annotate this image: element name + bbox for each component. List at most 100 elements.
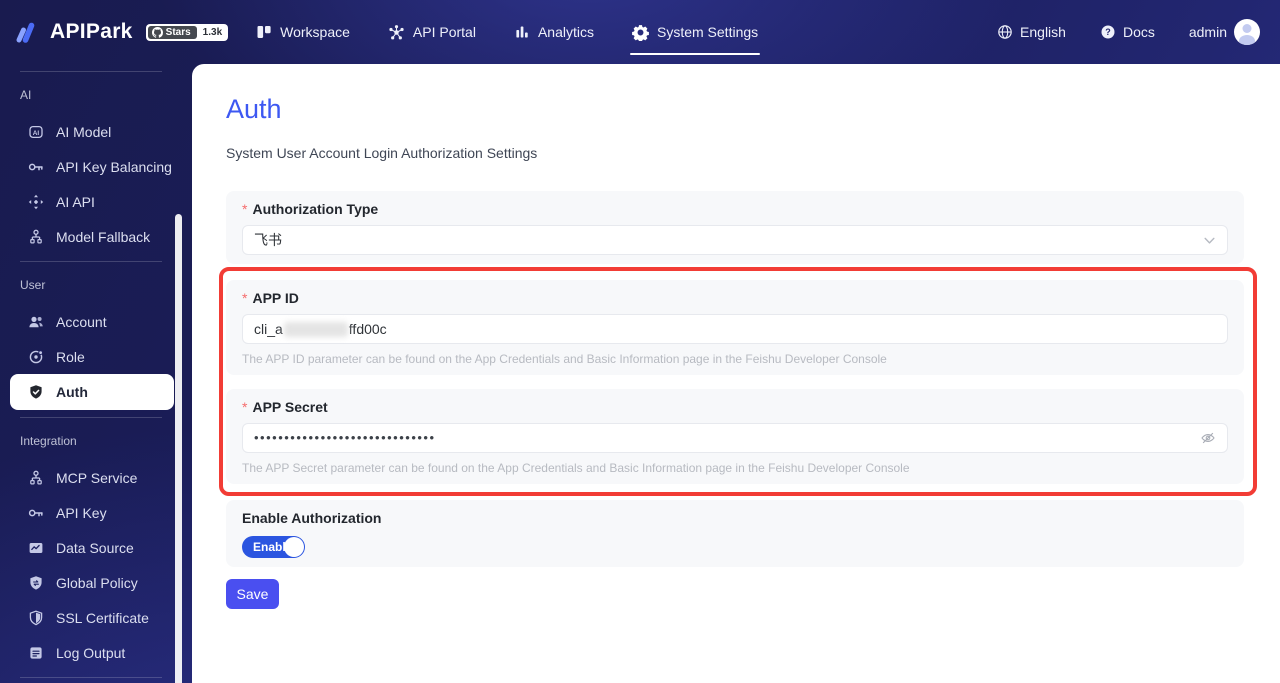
sidebar-item-model-fallback[interactable]: Model Fallback [0, 219, 192, 254]
username-label: admin [1188, 24, 1227, 40]
sidebar-item-account[interactable]: Account [0, 304, 192, 339]
enable-authorization-panel: Enable Authorization Enable [226, 500, 1244, 567]
enable-authorization-toggle[interactable]: Enable [242, 536, 305, 558]
required-asterisk: * [242, 201, 248, 217]
gear-icon [632, 24, 649, 41]
api-portal-icon [389, 24, 404, 39]
sidebar-item-ssl-certificate[interactable]: SSL Certificate [0, 600, 192, 635]
key-icon [28, 163, 43, 170]
sidebar-item-label: API Key Balancing [56, 158, 172, 175]
workspace-icon [257, 26, 271, 38]
role-icon [29, 349, 44, 363]
main-menu: Workspace API Portal Analytics System Se… [254, 0, 794, 64]
page-subtitle: System User Account Login Authorization … [226, 145, 538, 161]
github-stars-badge[interactable]: Stars 1.3k [145, 23, 229, 41]
sidebar-item-ai-api[interactable]: AI API [0, 184, 192, 219]
authorization-type-panel: * Authorization Type 飞书 [226, 191, 1244, 264]
tab-label: System Settings [656, 24, 759, 40]
app-id-helper-text: The APP ID parameter can be found on the… [242, 352, 887, 366]
sidebar-item-label: MCP Service [56, 469, 138, 486]
brand-name: APIPark [50, 20, 133, 43]
save-button[interactable]: Save [226, 579, 279, 609]
sidebar-section-user: User Account Role Auth [0, 278, 192, 418]
sidebar-section-integration: Integration MCP Service API Key Data Sou… [0, 434, 192, 678]
divider [20, 417, 162, 418]
sidebar-item-label: Log Output [56, 644, 126, 661]
active-tab-underline [629, 53, 761, 55]
enable-authorization-label: Enable Authorization [242, 510, 382, 526]
sidebar-scrollbar[interactable] [175, 214, 182, 683]
ai-model-icon: AI [29, 125, 43, 138]
sidebar-item-role[interactable]: Role [0, 339, 192, 374]
chevron-down-icon [1204, 237, 1215, 244]
tab-workspace[interactable]: Workspace [254, 0, 352, 64]
svg-text:AI: AI [33, 129, 40, 136]
app-id-value-suffix: ffd00c [348, 321, 387, 337]
sidebar-item-api-key-balancing[interactable]: API Key Balancing [0, 149, 192, 184]
app-secret-helper-text: The APP Secret parameter can be found on… [242, 461, 910, 475]
app-secret-masked-value: •••••••••••••••••••••••••••••• [254, 429, 436, 445]
users-icon [29, 316, 43, 327]
tab-label: API Portal [412, 24, 476, 40]
language-label: English [1020, 24, 1066, 40]
section-label-ai: AI [20, 88, 32, 102]
app-id-value-prefix: cli_a [254, 321, 283, 337]
github-stars-label: Stars [165, 26, 191, 38]
app-secret-label: * APP Secret [242, 399, 328, 415]
sidebar-section-ai: AI AI AI Model API Key Balancing AI API … [0, 88, 192, 262]
shield-check-icon [30, 385, 42, 399]
top-right-group: English ? Docs admin [997, 19, 1260, 45]
redacted-blur [283, 321, 348, 337]
tab-system-settings[interactable]: System Settings [629, 0, 761, 64]
authorization-type-value: 飞书 [254, 232, 282, 248]
app-id-label: * APP ID [242, 290, 299, 306]
docs-link[interactable]: ? Docs [1100, 24, 1155, 40]
sidebar: AI AI AI Model API Key Balancing AI API … [0, 64, 192, 683]
key-icon [28, 509, 43, 516]
service-tree-icon [30, 470, 42, 485]
app-secret-input[interactable]: •••••••••••••••••••••••••••••• [242, 423, 1228, 453]
sidebar-item-label: Data Source [56, 539, 134, 556]
top-nav: APIPark Stars 1.3k Workspace API Portal … [0, 0, 1280, 64]
sidebar-item-api-key[interactable]: API Key [0, 495, 192, 530]
brand-logo[interactable]: APIPark Stars 1.3k [14, 19, 229, 46]
avatar[interactable] [1234, 19, 1260, 45]
sidebar-item-ai-model[interactable]: AI AI Model [0, 114, 192, 149]
sidebar-item-auth[interactable]: Auth [10, 374, 174, 410]
sidebar-item-global-policy[interactable]: Global Policy [0, 565, 192, 600]
eye-off-icon[interactable] [1200, 430, 1216, 446]
authorization-type-select[interactable]: 飞书 [242, 225, 1228, 255]
authorization-type-label: * Authorization Type [242, 201, 379, 217]
sidebar-item-label: AI Model [56, 123, 112, 140]
sidebar-item-log-output[interactable]: Log Output [0, 635, 192, 670]
docs-label: Docs [1122, 24, 1155, 40]
sidebar-item-label: Auth [56, 384, 88, 400]
sidebar-item-label: Global Policy [56, 574, 138, 591]
sidebar-item-label: Role [56, 348, 85, 365]
divider [20, 677, 162, 678]
tab-label: Analytics [537, 24, 594, 40]
help-icon: ? [1101, 25, 1115, 39]
tab-analytics[interactable]: Analytics [512, 0, 596, 64]
section-label-user: User [20, 278, 46, 292]
sidebar-item-label: Account [56, 313, 107, 330]
ssl-shield-icon [29, 610, 43, 625]
app-id-input[interactable]: cli_a ffd00c [242, 314, 1228, 344]
divider [20, 71, 162, 72]
user-menu[interactable]: admin [1189, 19, 1260, 45]
tab-api-portal[interactable]: API Portal [386, 0, 478, 64]
sidebar-item-mcp-service[interactable]: MCP Service [0, 460, 192, 495]
fallback-tree-icon [30, 229, 42, 244]
sidebar-item-label: API Key [56, 504, 107, 521]
analytics-icon [516, 26, 528, 38]
sidebar-item-data-source[interactable]: Data Source [0, 530, 192, 565]
app-id-panel: * APP ID cli_a ffd00c The APP ID paramete… [226, 280, 1244, 375]
github-icon [151, 26, 163, 38]
github-stars-count: 1.3k [198, 25, 227, 39]
divider [20, 261, 162, 262]
svg-text:?: ? [1105, 27, 1111, 37]
language-switcher[interactable]: English [997, 24, 1066, 40]
sidebar-item-label: Model Fallback [56, 228, 151, 245]
content-card: Auth System User Account Login Authoriza… [192, 64, 1280, 683]
sidebar-item-label: AI API [56, 193, 95, 210]
